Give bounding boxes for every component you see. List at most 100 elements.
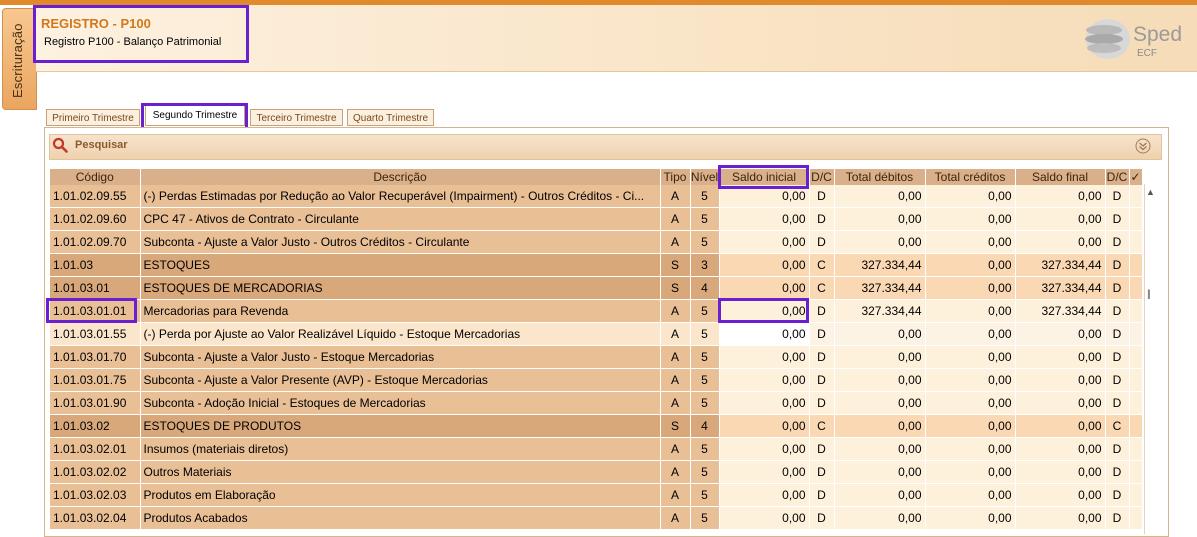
cell-codigo: 1.01.02.09.70	[50, 230, 141, 254]
cell-dc2: D	[1105, 368, 1130, 392]
cell-dc2: C	[1105, 414, 1130, 438]
table-row[interactable]: 1.01.03.01.70 Subconta - Ajuste a Valor J…	[50, 345, 1143, 369]
col-header-saldo-final[interactable]: Saldo final	[1015, 169, 1106, 185]
tab-quarto-trimestre[interactable]: Quarto Trimestre	[347, 109, 434, 126]
cell-dc1: D	[809, 368, 835, 392]
col-header-tipo[interactable]: Tipo	[660, 169, 691, 185]
saldo-inicial-cell-highlight	[718, 298, 809, 323]
cell-saldo-inicial[interactable]: 0,00	[719, 483, 810, 507]
cell-nivel: 5	[690, 506, 720, 530]
cell-saldo-inicial[interactable]: 0,00	[719, 460, 810, 484]
cell-tipo: A	[660, 391, 691, 415]
table-row[interactable]: 1.01.03.01 ESTOQUES DE MERCADORIAS S 4 0,00 C…	[50, 276, 1143, 300]
cell-descricao: Insumos (materiais diretos)	[140, 437, 661, 461]
logo-subtext: ECF	[1137, 48, 1157, 59]
cell-saldo-inicial[interactable]: 0,00	[719, 276, 810, 300]
col-header-total-debitos[interactable]: Total débitos	[834, 169, 926, 185]
cell-total-creditos: 0,00	[925, 207, 1016, 231]
table-scrollbar[interactable]	[1144, 184, 1159, 534]
cell-tipo: A	[660, 207, 691, 231]
cell-codigo: 1.01.03	[50, 253, 141, 277]
col-header-nivel[interactable]: Nível	[690, 169, 720, 185]
cell-total-debitos: 0,00	[834, 230, 926, 254]
cell-total-creditos: 0,00	[925, 230, 1016, 254]
cell-saldo-inicial[interactable]: 0,00	[719, 414, 810, 438]
cell-codigo: 1.01.03.02.03	[50, 483, 141, 507]
cell-total-debitos: 0,00	[834, 345, 926, 369]
cell-saldo-final: 327.334,44	[1015, 276, 1106, 300]
scroll-grip-icon[interactable]: |||	[1147, 289, 1151, 300]
table-row[interactable]: 1.01.03 ESTOQUES S 3 0,00 C 327.334,44 0,00 327.…	[50, 253, 1143, 277]
cell-total-creditos: 0,00	[925, 460, 1016, 484]
cell-dc2: D	[1105, 185, 1130, 208]
cell-total-creditos: 0,00	[925, 299, 1016, 323]
cell-saldo-final: 0,00	[1015, 345, 1106, 369]
cell-tipo: A	[660, 437, 691, 461]
cell-dc2: D	[1105, 391, 1130, 415]
cell-saldo-inicial[interactable]: 0,00	[719, 230, 810, 254]
cell-check	[1129, 230, 1143, 254]
tab-primeiro-trimestre[interactable]: Primeiro Trimestre	[46, 109, 140, 126]
table-row[interactable]: 1.01.03.02.04 Produtos Acabados A 5 0,00 D 0,0…	[50, 506, 1143, 530]
table-row[interactable]: 1.01.03.01.01 Mercadorias para Revenda A 5 0…	[50, 299, 1143, 323]
cell-saldo-final: 0,00	[1015, 460, 1106, 484]
cell-saldo-inicial[interactable]: 0,00	[719, 391, 810, 415]
cell-dc1: D	[809, 483, 835, 507]
cell-total-debitos: 0,00	[834, 506, 926, 530]
cell-check	[1129, 414, 1143, 438]
col-header-dc1[interactable]: D/C	[809, 169, 835, 185]
table-row[interactable]: 1.01.03.02.02 Outros Materiais A 5 0,00 D 0,00…	[50, 460, 1143, 484]
cell-saldo-inicial[interactable]: 0,00	[719, 368, 810, 392]
cell-dc1: C	[809, 253, 835, 277]
tab-terceiro-trimestre[interactable]: Terceiro Trimestre	[250, 109, 343, 126]
cell-check	[1129, 276, 1143, 300]
cell-dc2: D	[1105, 230, 1130, 254]
cell-codigo: 1.01.03.02	[50, 414, 141, 438]
col-header-dc2[interactable]: D/C	[1105, 169, 1130, 185]
balance-table: Código Descrição Tipo Nível Saldo inicia…	[50, 169, 1143, 530]
scroll-up-arrow-icon[interactable]: ▲	[1146, 187, 1155, 197]
cell-nivel: 3	[690, 253, 720, 277]
cell-nivel: 4	[690, 414, 720, 438]
col-header-total-creditos[interactable]: Total créditos	[925, 169, 1016, 185]
cell-tipo: A	[660, 460, 691, 484]
table-row[interactable]: 1.01.02.09.70 Subconta - Ajuste a Valor J…	[50, 230, 1143, 254]
table-row[interactable]: 1.01.03.01.55 (-) Perda por Ajuste ao Val…	[50, 322, 1143, 346]
cell-tipo: A	[660, 483, 691, 507]
search-icon[interactable]	[52, 137, 68, 153]
cell-total-debitos: 0,00	[834, 483, 926, 507]
cell-saldo-inicial[interactable]: 0,00	[719, 506, 810, 530]
cell-nivel: 5	[690, 460, 720, 484]
table-row[interactable]: 1.01.03.01.75 Subconta - Ajuste a Valor P…	[50, 368, 1143, 392]
cell-saldo-inicial[interactable]: 0,00	[718, 322, 810, 346]
cell-dc1: D	[809, 345, 835, 369]
col-header-codigo[interactable]: Código	[50, 169, 141, 185]
search-label[interactable]: Pesquisar	[75, 139, 128, 151]
cell-dc1: D	[809, 322, 835, 346]
cell-saldo-inicial[interactable]: 0,00	[719, 207, 810, 231]
table-row[interactable]: 1.01.03.02.01 Insumos (materiais diretos)…	[50, 437, 1143, 461]
cell-check	[1129, 322, 1143, 346]
search-bar[interactable]	[49, 134, 1162, 160]
table-row[interactable]: 1.01.03.02.03 Produtos em Elaboração A 5 0,0…	[50, 483, 1143, 507]
cell-saldo-inicial[interactable]: 0,00	[719, 345, 810, 369]
cell-saldo-final: 0,00	[1015, 437, 1106, 461]
cell-saldo-inicial[interactable]: 0,00	[719, 253, 810, 277]
table-row[interactable]: 1.01.03.02 ESTOQUES DE PRODUTOS S 4 0,00 C 0,0…	[50, 414, 1143, 438]
cell-codigo: 1.01.03.02.01	[50, 437, 141, 461]
cell-total-creditos: 0,00	[925, 253, 1016, 277]
cell-total-debitos: 327.334,44	[834, 253, 926, 277]
col-header-descricao[interactable]: Descrição	[140, 169, 661, 185]
expand-chevron-icon[interactable]	[1135, 138, 1151, 154]
cell-dc2: D	[1105, 345, 1130, 369]
cell-descricao: Outros Materiais	[140, 460, 661, 484]
cell-tipo: A	[660, 345, 691, 369]
table-row[interactable]: 1.01.03.01.90 Subconta - Adoção Inicial -…	[50, 391, 1143, 415]
cell-descricao: Mercadorias para Revenda	[140, 299, 661, 323]
cell-check	[1129, 253, 1143, 277]
cell-saldo-inicial[interactable]: 0,00	[719, 437, 810, 461]
table-row[interactable]: 1.01.02.09.60 CPC 47 - Ativos de Contrato…	[50, 207, 1143, 231]
table-header-row: Código Descrição Tipo Nível Saldo inicia…	[50, 169, 1143, 185]
table-row[interactable]: 1.01.02.09.55 (-) Perdas Estimadas por Re…	[50, 185, 1143, 208]
cell-total-debitos: 0,00	[834, 437, 926, 461]
